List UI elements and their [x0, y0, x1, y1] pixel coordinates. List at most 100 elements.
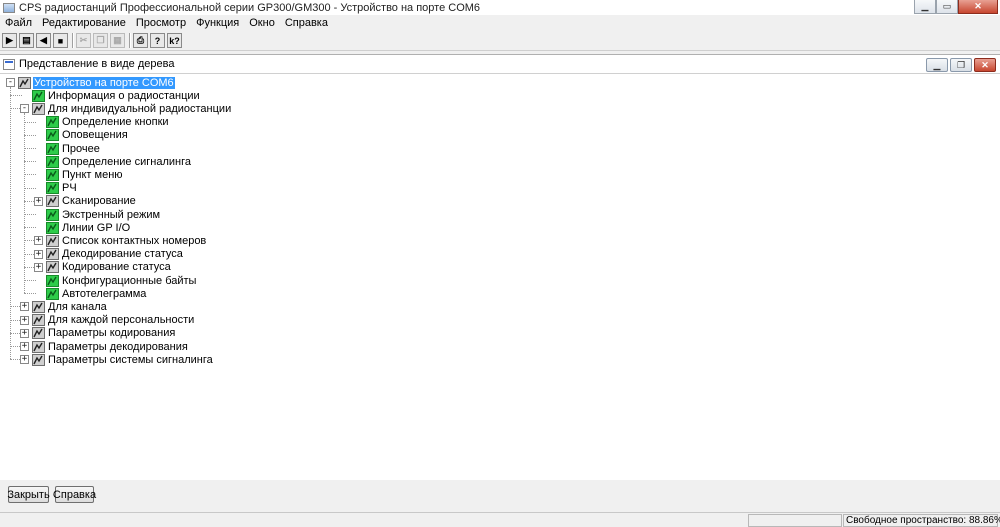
menu-edit[interactable]: Редактирование	[37, 17, 131, 29]
tree-view-window: Представление в виде дерева ▁ ❐ ✕ - Устро…	[0, 54, 1000, 480]
collapse-icon[interactable]: -	[6, 78, 15, 87]
gray-folder-icon	[32, 340, 45, 353]
menu-view[interactable]: Просмотр	[131, 17, 191, 29]
tree-node[interactable]: Информация о радиостанции	[32, 89, 201, 102]
menu-help[interactable]: Справка	[280, 17, 333, 29]
status-bar: Свободное пространство: 88.86% 9:31	[0, 512, 1000, 527]
tree-node-label: Прочее	[62, 142, 100, 155]
minimize-button[interactable]: ▁	[914, 0, 936, 14]
tree-node-label: Сканирование	[62, 195, 136, 208]
tree-node[interactable]: Определение сигналинга	[46, 155, 192, 168]
gray-folder-icon	[18, 76, 31, 89]
tree-node-label: Для каждой персональности	[48, 314, 195, 327]
tree-node-label: РЧ	[62, 182, 77, 195]
save-icon[interactable]: ■	[53, 33, 68, 48]
gray-folder-icon	[32, 300, 45, 313]
toolbar-separator	[129, 33, 131, 48]
tree-node[interactable]: Прочее	[46, 142, 101, 155]
tree-node[interactable]: Для индивидуальной радиостанции	[32, 102, 232, 115]
child-restore-button[interactable]: ❐	[950, 58, 972, 72]
tree-node-label: Определение кнопки	[62, 116, 169, 129]
tree-node[interactable]: Декодирование статуса	[46, 248, 184, 261]
tree-node[interactable]: Параметры системы сигналинга	[32, 353, 214, 366]
tree-node-label: Список контактных номеров	[62, 234, 207, 247]
tree-node[interactable]: Для канала	[32, 300, 108, 313]
green-setting-icon	[46, 155, 59, 168]
expand-icon[interactable]: +	[34, 196, 43, 206]
child-minimize-button[interactable]: ▁	[926, 58, 948, 72]
collapse-icon[interactable]: -	[20, 104, 29, 114]
menu-file[interactable]: Файл	[0, 17, 37, 29]
tree-root-node[interactable]: Устройство на порте COM6	[18, 76, 175, 89]
tree-node-label: Кодирование статуса	[62, 261, 171, 274]
tree-connector	[24, 121, 36, 123]
copy-icon: ❐	[93, 33, 108, 48]
tree-node[interactable]: Экстренный режим	[46, 208, 161, 221]
tree-node[interactable]: Список контактных номеров	[46, 234, 207, 247]
tree-node-label: Устройство на порте COM6	[33, 76, 175, 89]
close-button[interactable]: Закрыть	[7, 486, 50, 503]
tree-connector	[24, 187, 36, 189]
menu-bar: Файл Редактирование Просмотр Функция Окн…	[0, 15, 1000, 31]
menu-window[interactable]: Окно	[244, 17, 280, 29]
context-help-icon[interactable]: k?	[167, 33, 182, 48]
tree-connector	[24, 293, 36, 295]
tree-node-label: Определение сигналинга	[62, 155, 191, 168]
tree-trunk-line	[10, 87, 11, 360]
app-icon	[3, 2, 15, 13]
tree-node-label: Параметры декодирования	[48, 340, 188, 353]
help-button[interactable]: Справка	[53, 486, 96, 503]
gray-folder-icon	[32, 353, 45, 366]
gray-folder-icon	[46, 248, 59, 261]
tree-connector	[24, 227, 36, 229]
gray-folder-icon	[46, 195, 59, 208]
tree-window-icon	[3, 58, 15, 70]
expand-icon[interactable]: +	[20, 355, 29, 365]
help-icon[interactable]: ?	[150, 33, 165, 48]
open-icon[interactable]: ▤	[19, 33, 34, 48]
toolbar: ▶ ▤ ◀ ■ ✂ ❐ ▦ ⎙? k?	[0, 31, 1000, 51]
print-icon[interactable]: ⎙	[133, 33, 148, 48]
expand-icon[interactable]: +	[34, 262, 43, 272]
green-setting-icon	[46, 116, 59, 129]
expand-icon[interactable]: +	[20, 328, 29, 338]
maximize-button[interactable]: ▭	[936, 0, 958, 14]
tree-node[interactable]: Автотелеграмма	[46, 287, 147, 300]
tree-node-label: Параметры системы сигналинга	[48, 353, 213, 366]
tree-connector	[24, 174, 36, 176]
free-space-status: Свободное пространство: 88.86% 9:31	[846, 515, 1000, 526]
tree-node-label: Конфигурационные байты	[62, 274, 197, 287]
tree-node[interactable]: Линии GP I/O	[46, 221, 131, 234]
child-close-button[interactable]: ✕	[974, 58, 996, 72]
tree-node[interactable]: Для каждой персональности	[32, 314, 195, 327]
gray-folder-icon	[32, 314, 45, 327]
tree-node[interactable]: Конфигурационные байты	[46, 274, 197, 287]
close-window-button[interactable]: ✕	[958, 0, 998, 14]
green-setting-icon	[32, 89, 45, 102]
tree-node[interactable]: Сканирование	[46, 195, 137, 208]
expand-icon[interactable]: +	[20, 302, 29, 312]
tree-node-label: Параметры кодирования	[48, 327, 176, 340]
tree-node[interactable]: Параметры декодирования	[32, 340, 189, 353]
tree-node-label: Экстренный режим	[62, 208, 161, 221]
expand-icon[interactable]: +	[20, 315, 29, 325]
tree-node-label: Декодирование статуса	[62, 248, 183, 261]
new-icon[interactable]: ▶	[2, 33, 17, 48]
child-window-controls: ▁ ❐ ✕	[924, 58, 996, 72]
expand-icon[interactable]: +	[34, 236, 43, 246]
tree-node-label: Для индивидуальной радиостанции	[48, 102, 232, 115]
tree-node[interactable]: Кодирование статуса	[46, 261, 172, 274]
tree-node[interactable]: РЧ	[46, 182, 78, 195]
read-radio-icon[interactable]: ◀	[36, 33, 51, 48]
menu-function[interactable]: Функция	[191, 17, 244, 29]
expand-icon[interactable]: +	[20, 342, 29, 351]
green-setting-icon	[46, 182, 59, 195]
tree-node[interactable]: Оповещения	[46, 129, 129, 142]
tree-node[interactable]: Параметры кодирования	[32, 327, 176, 340]
tree-node-label: Для канала	[48, 300, 107, 313]
gray-folder-icon	[46, 234, 59, 247]
tree-node[interactable]: Пункт меню	[46, 168, 124, 181]
tree-node[interactable]: Определение кнопки	[46, 116, 170, 129]
cut-icon: ✂	[76, 33, 91, 48]
expand-icon[interactable]: +	[34, 249, 43, 259]
